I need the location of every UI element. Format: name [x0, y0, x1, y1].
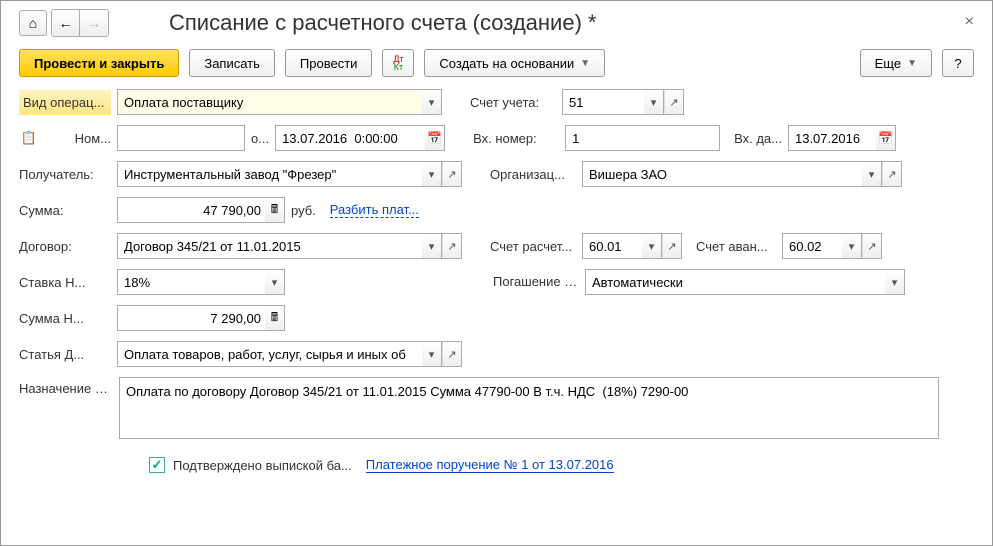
home-button[interactable]: ⌂ — [19, 10, 47, 36]
org-combo: ▾ ↗ — [582, 161, 902, 187]
op-type-label: Вид операц... — [19, 90, 111, 115]
date-input[interactable] — [275, 125, 425, 151]
toolbar: Провести и закрыть Записать Провести ДтК… — [19, 49, 974, 77]
purpose-textarea[interactable] — [119, 377, 939, 439]
chevron-down-icon: ▼ — [907, 58, 917, 69]
purpose-label: Назначение платежа: — [19, 377, 111, 397]
in-date-combo: 📅 — [788, 125, 896, 151]
recipient-input[interactable] — [117, 161, 422, 187]
vat-sum-input[interactable] — [117, 305, 265, 331]
advance-acc-label: Счет аван... — [696, 239, 776, 254]
contract-input[interactable] — [117, 233, 422, 259]
open-button[interactable]: ↗ — [882, 161, 902, 187]
vat-sum-label: Сумма Н... — [19, 311, 111, 326]
vat-rate-input[interactable] — [117, 269, 265, 295]
debt-settle-combo: ▾ — [585, 269, 905, 295]
date-combo: 📅 — [275, 125, 445, 151]
dt-kt-icon: ДтКт — [393, 55, 403, 71]
document-window: ⌂ ← → Списание с расчетного счета (созда… — [0, 0, 993, 546]
create-based-label: Создать на основании — [439, 56, 574, 71]
sum-label: Сумма: — [19, 203, 111, 218]
post-close-button[interactable]: Провести и закрыть — [19, 49, 179, 77]
back-button[interactable]: ← — [52, 10, 80, 36]
contract-combo: ▾ ↗ — [117, 233, 462, 259]
open-button[interactable]: ↗ — [442, 233, 462, 259]
calendar-icon: 📋 — [19, 128, 39, 148]
vat-rate-label: Ставка Н... — [19, 275, 111, 290]
article-input[interactable] — [117, 341, 422, 367]
sum-input[interactable] — [117, 197, 265, 223]
dropdown-button[interactable]: ▾ — [642, 233, 662, 259]
create-based-button[interactable]: Создать на основании ▼ — [424, 49, 605, 77]
dt-kt-button[interactable]: ДтКт — [382, 49, 414, 77]
open-button[interactable]: ↗ — [442, 161, 462, 187]
dropdown-button[interactable]: ▾ — [862, 161, 882, 187]
advance-acc-input[interactable] — [782, 233, 842, 259]
dropdown-button[interactable]: ▾ — [422, 341, 442, 367]
titlebar: ⌂ ← → Списание с расчетного счета (созда… — [19, 9, 974, 37]
account-label: Счет учета: — [470, 95, 556, 110]
settle-acc-input[interactable] — [582, 233, 642, 259]
dropdown-button[interactable]: ▾ — [422, 89, 442, 115]
article-label: Статья Д... — [19, 347, 111, 362]
dropdown-button[interactable]: ▾ — [842, 233, 862, 259]
account-combo: ▾ ↗ — [562, 89, 684, 115]
calculator-button[interactable]: 🖩 — [265, 197, 285, 223]
vat-sum-combo: 🖩 — [117, 305, 285, 331]
in-date-input[interactable] — [788, 125, 876, 151]
footer-row: ✓ Подтверждено выпиской ба... Платежное … — [19, 457, 974, 473]
calendar-button[interactable]: 📅 — [425, 125, 445, 151]
rub-label: руб. — [291, 203, 316, 218]
calculator-button[interactable]: 🖩 — [265, 305, 285, 331]
dropdown-button[interactable]: ▾ — [422, 233, 442, 259]
account-input[interactable] — [562, 89, 644, 115]
in-number-label: Вх. номер: — [473, 131, 559, 146]
org-label: Организац... — [490, 167, 576, 182]
dropdown-button[interactable]: ▾ — [265, 269, 285, 295]
from-label: о... — [251, 131, 269, 146]
op-type-input[interactable] — [117, 89, 422, 115]
calendar-button[interactable]: 📅 — [876, 125, 896, 151]
in-number-input[interactable] — [565, 125, 720, 151]
more-label: Еще — [875, 56, 901, 71]
sum-combo: 🖩 — [117, 197, 285, 223]
close-icon[interactable]: × — [965, 13, 974, 31]
number-label: Ном... — [45, 131, 111, 146]
debt-settle-label: Погашение задолженно... — [493, 275, 579, 289]
recipient-label: Получатель: — [19, 167, 111, 182]
payment-order-link[interactable]: Платежное поручение № 1 от 13.07.2016 — [366, 457, 614, 473]
nav-group: ← → — [51, 9, 109, 37]
forward-button: → — [80, 10, 108, 36]
chevron-down-icon: ▼ — [580, 58, 590, 69]
in-date-label: Вх. да... — [734, 131, 782, 146]
advance-acc-combo: ▾ ↗ — [782, 233, 882, 259]
vat-rate-combo: ▾ — [117, 269, 285, 295]
confirmed-label: Подтверждено выпиской ба... — [173, 458, 352, 473]
dropdown-button[interactable]: ▾ — [422, 161, 442, 187]
number-input[interactable] — [117, 125, 245, 151]
org-input[interactable] — [582, 161, 862, 187]
split-payment-link[interactable]: Разбить плат... — [330, 202, 419, 218]
contract-label: Договор: — [19, 239, 111, 254]
post-button[interactable]: Провести — [285, 49, 373, 77]
debt-settle-input[interactable] — [585, 269, 885, 295]
save-button[interactable]: Записать — [189, 49, 275, 77]
open-button[interactable]: ↗ — [862, 233, 882, 259]
op-type-combo: ▾ — [117, 89, 442, 115]
recipient-combo: ▾ ↗ — [117, 161, 462, 187]
more-button[interactable]: Еще ▼ — [860, 49, 932, 77]
window-title: Списание с расчетного счета (создание) * — [129, 10, 974, 36]
form-body: Вид операц... ▾ Счет учета: ▾ ↗ 📋 Ном... — [19, 89, 974, 473]
open-button[interactable]: ↗ — [664, 89, 684, 115]
settle-acc-combo: ▾ ↗ — [582, 233, 682, 259]
open-button[interactable]: ↗ — [442, 341, 462, 367]
dropdown-button[interactable]: ▾ — [644, 89, 664, 115]
article-combo: ▾ ↗ — [117, 341, 462, 367]
settle-acc-label: Счет расчет... — [490, 239, 576, 254]
help-button[interactable]: ? — [942, 49, 974, 77]
open-button[interactable]: ↗ — [662, 233, 682, 259]
confirmed-checkbox[interactable]: ✓ — [149, 457, 165, 473]
dropdown-button[interactable]: ▾ — [885, 269, 905, 295]
